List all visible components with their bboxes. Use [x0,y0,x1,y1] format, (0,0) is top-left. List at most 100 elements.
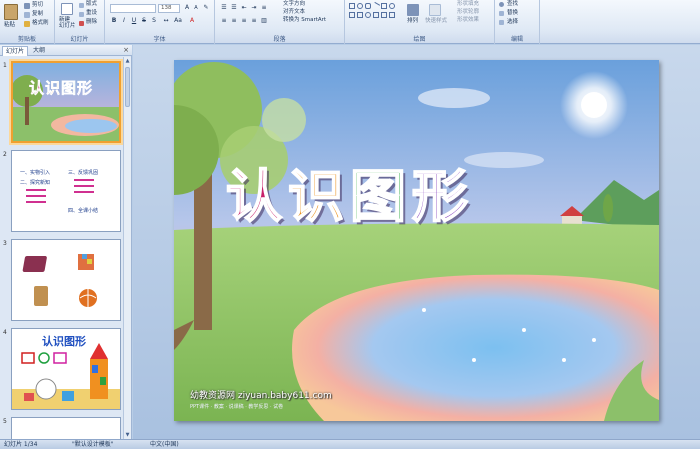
copy-icon[interactable] [24,12,30,18]
paste-icon[interactable] [4,4,18,20]
panel-tabs: 幻灯片 大纲 × [0,45,132,56]
layout-icon[interactable] [79,3,84,8]
italic-icon[interactable]: I [120,17,128,25]
bold-icon[interactable]: B [110,17,118,25]
format-painter-icon[interactable] [24,21,30,27]
slide-thumb-3[interactable] [11,239,121,321]
clear-format-icon[interactable]: ✎ [202,4,210,12]
select-button[interactable]: 选择 [507,19,518,26]
slide-2-sub-line [26,189,46,191]
replace-icon[interactable] [499,11,504,16]
decrease-indent-icon[interactable]: ⇤ [240,4,248,12]
slide-thumb-4[interactable]: 认识图形 [11,328,121,410]
slide-number: 3 [3,240,7,247]
editing-group: 查找 替换 选择 编辑 [495,0,540,44]
align-center-icon[interactable]: ≡ [230,17,238,25]
new-slide-button[interactable]: 新建 幻灯片 [59,17,76,29]
cut-button[interactable]: 剪切 [32,2,43,9]
find-icon[interactable] [499,2,504,7]
callout-shape-icon[interactable] [373,12,379,18]
circle-shape-icon[interactable] [389,3,395,9]
slide-title[interactable]: 认识图形 [225,152,474,233]
slide-2-right-1: 三、反馈巩固 [68,170,99,176]
replace-button[interactable]: 替换 [507,10,518,17]
tab-slides[interactable]: 幻灯片 [2,46,29,56]
font-label: 字体 [153,36,166,43]
title-char-3: 图 [349,164,412,231]
format-painter-button[interactable]: 格式刷 [32,20,49,27]
text-direction-button[interactable]: 文字方向 [283,1,305,8]
font-name-field[interactable] [110,4,156,13]
smartart-button[interactable]: 转换为 SmartArt [283,17,326,24]
arrange-button[interactable]: 排列 [407,18,418,25]
align-left-icon[interactable]: ≡ [220,17,228,25]
delete-button[interactable]: 删除 [86,19,97,26]
change-case-icon[interactable]: Aa [174,17,182,25]
scroll-up-icon[interactable]: ▲ [124,57,131,65]
grow-font-icon[interactable]: A [183,4,191,12]
thumb-title-char: 图 [61,79,78,98]
columns-icon[interactable]: ▥ [260,17,268,25]
textbox-shape-icon[interactable] [381,3,387,9]
shape-effects-button[interactable]: 形状效果 [457,17,479,24]
align-right-icon[interactable]: ≡ [240,17,248,25]
justify-icon[interactable]: ≡ [250,17,258,25]
underline-icon[interactable]: U [130,17,138,25]
line-shape-icon[interactable] [371,1,381,11]
slide-number: 2 [3,151,7,158]
copy-button[interactable]: 复制 [32,11,43,18]
strikethrough-icon[interactable]: S [140,17,148,25]
scrollbar-thumb[interactable] [125,67,130,107]
slide-1-preview [13,63,119,141]
increase-indent-icon[interactable]: ⇥ [250,4,258,12]
delete-icon[interactable] [79,21,84,26]
font-size-field[interactable]: 138 [158,4,180,13]
slide-thumb-1[interactable]: 认识图形 [11,61,121,143]
bracket-shape-icon[interactable] [389,12,395,18]
slide-2-sub-line [74,185,94,187]
font-color-icon[interactable]: A [188,17,196,25]
reset-icon[interactable] [79,12,84,17]
shape-outline-button[interactable]: 形状轮廓 [457,9,479,16]
quick-styles-button[interactable]: 快速样式 [425,18,447,25]
select-icon[interactable] [499,20,504,25]
shape-fill-button[interactable]: 形状填充 [457,1,479,8]
panel-scrollbar[interactable]: ▲ ▼ [123,57,131,439]
layout-button[interactable]: 版式 [86,1,97,8]
char-spacing-icon[interactable]: ↔ [162,17,170,25]
triangle-shape-icon[interactable] [349,12,355,18]
line-spacing-icon[interactable]: ≡ [260,4,268,12]
tab-outline[interactable]: 大纲 [30,46,48,56]
align-text-button[interactable]: 对齐文本 [283,9,305,16]
editing-label: 编辑 [510,36,523,43]
scroll-down-icon[interactable]: ▼ [124,431,131,439]
arrow-shape-icon[interactable] [357,12,363,18]
cut-icon[interactable] [24,3,30,9]
oval-shape-icon[interactable] [357,3,363,9]
slide-number: 5 [3,418,7,425]
star-shape-icon[interactable] [365,12,371,18]
brace-shape-icon[interactable] [381,12,387,18]
shadow-icon[interactable]: S [150,17,158,25]
quick-styles-icon[interactable] [429,4,441,16]
slide-thumb-5[interactable] [11,417,121,439]
thumb-title-char: 认 [29,79,46,98]
reset-button[interactable]: 重设 [86,10,97,17]
status-slide-info: 幻灯片 1/34 [4,441,38,448]
bullets-icon[interactable]: ☰ [220,4,228,12]
shrink-font-icon[interactable]: A [192,4,200,12]
drawing-label: 绘图 [413,36,426,43]
rectangle-shape-icon[interactable] [349,3,355,9]
find-button[interactable]: 查找 [507,1,518,8]
rounded-rect-shape-icon[interactable] [365,3,371,9]
thumb-title-char: 形 [77,79,94,98]
numbering-icon[interactable]: ☰ [230,4,238,12]
arrange-icon[interactable] [407,4,419,16]
current-slide[interactable]: 认识图形 幼教资源网 ziyuan.baby611.com PPT课件 · 教案… [174,60,659,421]
close-icon[interactable]: × [123,46,129,55]
slide-4-thumb-title: 认识图形 [42,335,86,348]
drawing-group: 排列 快速样式 形状填充 形状轮廓 形状效果 绘图 [345,0,495,44]
slide-thumb-2[interactable]: 一、实物引入 二、探究新知 三、反馈巩固 四、全课小结 [11,150,121,232]
new-slide-icon[interactable] [61,3,73,15]
paste-button[interactable]: 粘贴 [4,22,15,29]
